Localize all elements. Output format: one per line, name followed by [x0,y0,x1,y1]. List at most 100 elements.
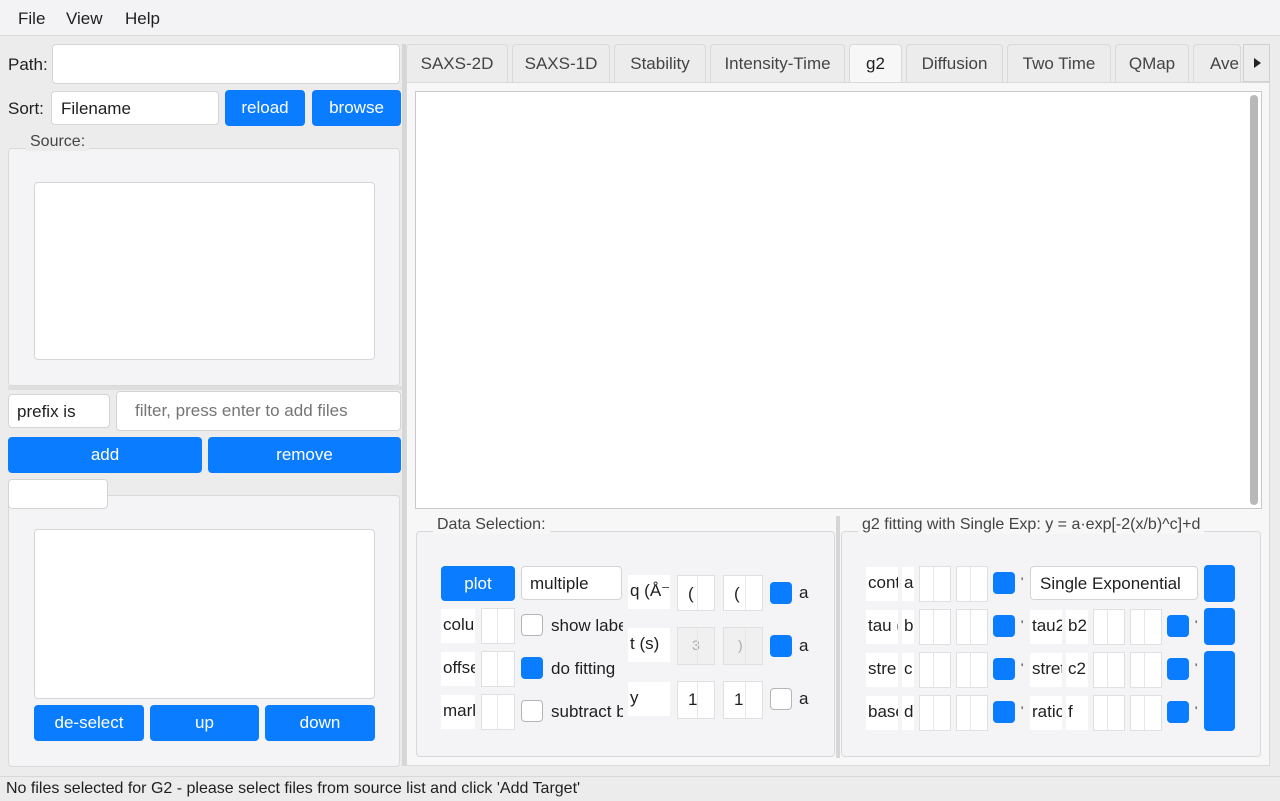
q-range-label: q (Å⁻¹ [628,575,670,609]
tab-g2[interactable]: g2 [849,44,902,83]
remove-button[interactable]: remove [208,437,401,473]
fit-apply-button[interactable] [1204,651,1235,731]
g2-plot-canvas[interactable] [415,91,1262,509]
menu-view[interactable]: View [66,9,103,29]
source-list[interactable] [34,182,375,360]
t-range-label: t (s) [628,628,670,662]
column-label: colu [441,609,475,643]
fit-param-d: d [902,696,914,730]
fit-a-tick: ' [1021,575,1024,589]
fit-c-min[interactable] [919,652,951,688]
target-tab[interactable] [8,479,108,509]
fit-tau-label: tau ( [866,610,898,644]
tab-two-time[interactable]: Two Time [1007,44,1111,82]
fit-b-checkbox[interactable] [993,615,1015,637]
up-button[interactable]: up [150,705,259,741]
q-max-spinbox[interactable]: ( [723,575,763,611]
fit-b2-min[interactable] [1093,609,1125,645]
plot-scrollbar[interactable] [1250,95,1258,505]
fit-c-checkbox[interactable] [993,658,1015,680]
sort-select[interactable]: Filename [51,91,219,125]
fit-a-max[interactable] [956,566,988,602]
fit-f-checkbox[interactable] [1167,701,1189,723]
fit-d-min[interactable] [919,695,951,731]
fit-contrast-label: cont [866,567,898,601]
t-max-spinbox[interactable]: ) [723,627,763,665]
bottom-splitter[interactable] [836,516,840,758]
q-min-spinbox[interactable]: ( [677,575,715,611]
down-button[interactable]: down [265,705,375,741]
data-selection-title: Data Selection: [433,516,550,534]
filter-input[interactable] [116,391,401,431]
splitter-handle[interactable] [8,386,402,390]
fit-stretch2-label: stret [1030,653,1062,687]
t-auto-text: a [799,636,809,655]
fit-d-checkbox[interactable] [993,701,1015,723]
fit-c2-min[interactable] [1093,652,1125,688]
add-button[interactable]: add [8,437,202,473]
do-fitting-text: do fitting [551,659,616,678]
y-range-label: y [628,682,670,716]
fit-c2-max[interactable] [1130,652,1162,688]
fit-c2-tick: ' [1195,661,1198,675]
source-title: Source: [26,133,90,151]
y-auto-checkbox[interactable] [770,688,792,710]
show-label-text: show labe [551,616,623,635]
deselect-button[interactable]: de-select [34,705,144,741]
show-label-checkbox[interactable] [521,614,543,636]
offset-spinbox[interactable] [481,651,515,687]
fit-b-max[interactable] [956,609,988,645]
browse-button[interactable]: browse [312,90,401,126]
plot-button[interactable]: plot [441,566,515,601]
fit-stretch-label: stre [866,653,898,687]
sort-label: Sort: [8,99,44,118]
tab-saxs-2d[interactable]: SAXS-2D [406,44,508,82]
fit-button[interactable] [1204,565,1235,602]
t-auto-checkbox[interactable] [770,635,792,657]
tab-stability[interactable]: Stability [614,44,706,82]
y-max-spinbox[interactable]: 1 [723,681,763,719]
fit-a-min[interactable] [919,566,951,602]
marker-spinbox[interactable] [481,694,515,730]
fit-c-tick: ' [1021,661,1024,675]
path-input[interactable] [52,44,400,84]
column-spinbox[interactable] [481,608,515,644]
status-bar: No files selected for G2 - please select… [0,776,1280,800]
fit-f-max[interactable] [1130,695,1162,731]
fit-d-max[interactable] [956,695,988,731]
tab-diffusion[interactable]: Diffusion [906,44,1003,82]
q-auto-text: a [799,583,809,602]
fit-param-a: a [902,567,914,601]
menu-file[interactable]: File [18,9,45,29]
q-auto-checkbox[interactable] [770,582,792,604]
t-min-spinbox[interactable]: 3 [677,627,715,665]
fit-f-min[interactable] [1093,695,1125,731]
y-min-spinbox[interactable]: 1 [677,681,715,719]
fit-b2-max[interactable] [1130,609,1162,645]
fit-model-select[interactable]: Single Exponential [1030,566,1198,600]
reload-button[interactable]: reload [225,90,305,126]
target-list[interactable] [34,529,375,699]
fit-a-checkbox[interactable] [993,572,1015,594]
fit-param-f: f [1066,696,1088,730]
do-fitting-checkbox[interactable] [521,657,543,679]
fit-baseline-label: base [866,696,898,730]
fit-b2-checkbox[interactable] [1167,615,1189,637]
marker-label: mark [441,695,475,729]
tab-intensity-time[interactable]: Intensity-Time [710,44,845,82]
prefix-select[interactable]: prefix is [8,394,110,428]
fit-option-button[interactable] [1204,608,1235,645]
fit-param-b: b [902,610,914,644]
tab-saxs-1d[interactable]: SAXS-1D [512,44,610,82]
tab-scroll-right-icon[interactable] [1243,44,1270,82]
plot-mode-select[interactable]: multiple [521,566,622,600]
fit-b-min[interactable] [919,609,951,645]
menu-help[interactable]: Help [125,9,160,29]
tab-average[interactable]: Aver [1193,44,1241,82]
y-auto-text: a [799,689,809,708]
fit-c2-checkbox[interactable] [1167,658,1189,680]
fit-c-max[interactable] [956,652,988,688]
subtract-checkbox[interactable] [521,700,543,722]
fit-b-tick: ' [1021,618,1024,632]
tab-qmap[interactable]: QMap [1115,44,1189,82]
